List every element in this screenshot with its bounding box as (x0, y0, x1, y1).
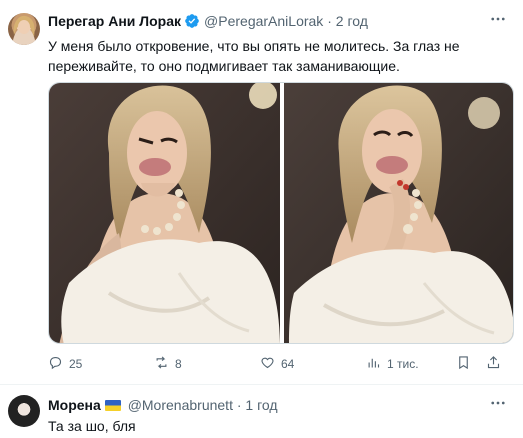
tweet-actions: 25 8 64 1 тис. (48, 355, 514, 375)
reply-header: Морена @Morenabrunett · 1 год (48, 397, 278, 413)
reply-time[interactable]: 1 год (245, 397, 277, 413)
ukraine-flag-icon (104, 400, 121, 411)
bookmark-icon (456, 355, 477, 373)
reply-button[interactable]: 25 (48, 355, 82, 373)
reply-icon (48, 355, 69, 373)
reply-avatar[interactable] (8, 395, 40, 427)
photo-1[interactable] (49, 83, 280, 343)
repost-count: 8 (175, 357, 182, 371)
photo-2[interactable] (284, 83, 513, 343)
reply-text: Та за шо, бля (48, 418, 136, 434)
author-name[interactable]: Перегар Ани Лорак (48, 13, 181, 29)
tweet-media[interactable] (48, 82, 514, 344)
reply-separator-dot: · (236, 397, 242, 413)
author-avatar[interactable] (8, 13, 40, 45)
verified-badge-icon (184, 13, 200, 32)
repost-button[interactable]: 8 (154, 355, 182, 373)
more-icon[interactable] (489, 10, 507, 33)
tweet-time[interactable]: 2 год (336, 13, 368, 29)
like-count: 64 (281, 357, 295, 371)
like-button[interactable]: 64 (260, 355, 294, 373)
reply-author-handle[interactable]: @Morenabrunett (128, 397, 233, 413)
author-handle[interactable]: @PeregarAniLorak (204, 13, 323, 29)
like-icon (260, 355, 281, 373)
reply-count: 25 (69, 357, 83, 371)
reply-more-icon[interactable] (489, 394, 507, 417)
bookmark-button[interactable] (456, 355, 477, 373)
divider (0, 384, 523, 385)
tweet[interactable]: Перегар Ани Лорак @PeregarAniLorak · 2 го… (0, 0, 523, 384)
repost-icon (154, 355, 175, 373)
tweet-text: У меня было откровение, что вы опять не … (48, 38, 460, 74)
share-button[interactable] (486, 355, 507, 373)
reply-author-name[interactable]: Морена (48, 397, 101, 413)
tweet-header: Перегар Ани Лорак @PeregarAniLorak · 2 го… (48, 13, 368, 32)
share-icon (486, 355, 507, 373)
separator-dot: · (327, 13, 332, 29)
views-count: 1 тис. (387, 357, 419, 371)
views-icon (366, 355, 387, 373)
views-button[interactable]: 1 тис. (366, 355, 419, 373)
